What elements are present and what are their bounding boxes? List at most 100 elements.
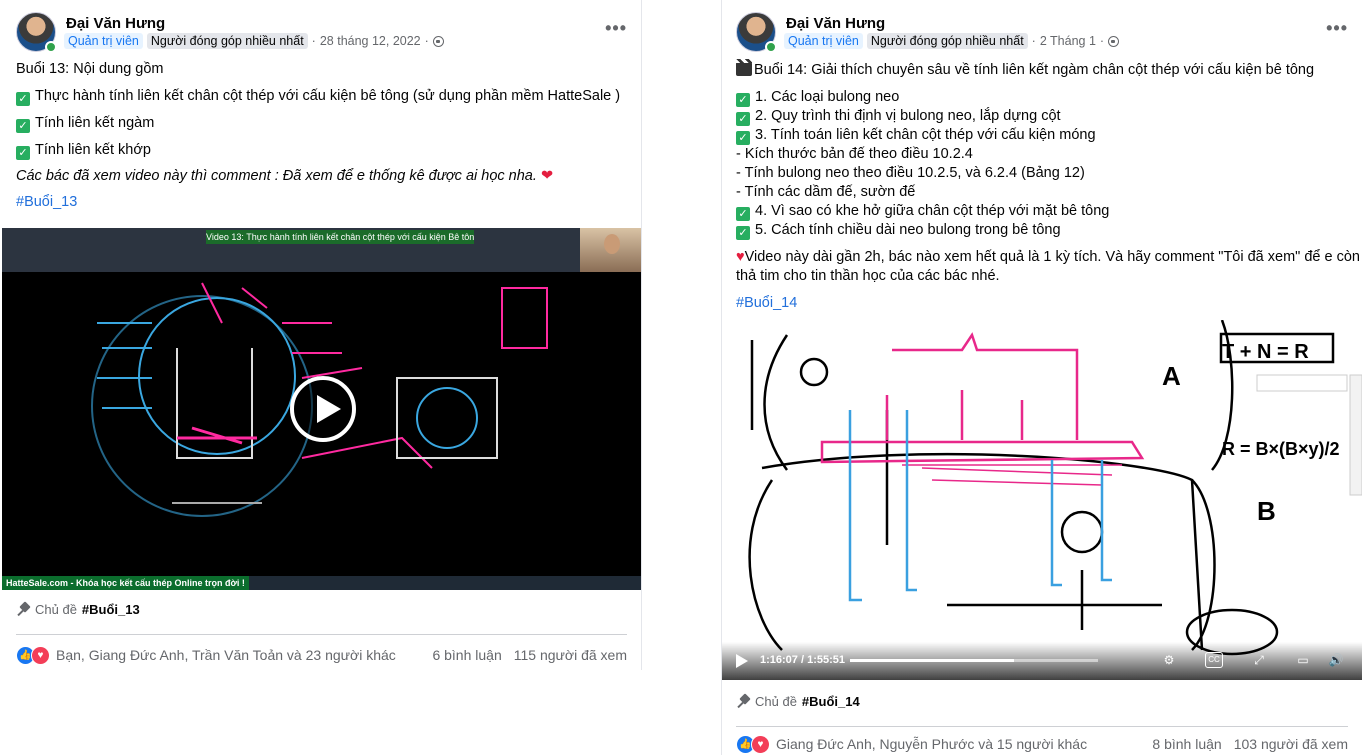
post-line-title: Buổi 13: Nội dung gồm [16, 61, 164, 77]
post-line-item: ✓ 1. Các loại bulong neo [736, 88, 1348, 107]
love-reaction-icon: ♥ [31, 646, 50, 665]
video-play-icon[interactable] [736, 654, 748, 668]
reaction-counts: 8 bình luận 103 người đã xem [1152, 736, 1348, 752]
reaction-names[interactable]: Bạn, Giang Đức Anh, Trần Văn Toản và 23 … [56, 647, 396, 663]
sketch-curve [763, 334, 789, 471]
comment-count[interactable]: 6 bình luận [432, 647, 501, 663]
sketch-arrows [97, 322, 152, 409]
post-line-item: ✓ Thực hành tính liên kết chân cột thép v… [16, 87, 627, 106]
sketch-anchor-bolt [1050, 460, 1062, 587]
hashtag-link[interactable]: #Buổi_13 [16, 193, 627, 212]
sketch-hatching [902, 464, 1122, 486]
post-line-sub: - Kích thước bản đế theo điều 10.2.4 [736, 146, 973, 162]
online-status-icon [765, 41, 777, 53]
reaction-bar: 👍 ♥ Giang Đức Anh, Nguyễn Phước và 15 ng… [736, 734, 1348, 755]
sketch-curve [748, 479, 783, 651]
post-video[interactable]: Video 13: Thực hành tính liên kết chân c… [2, 228, 641, 590]
video-footer-banner: HatteSale.com - Khóa học kết cấu thép On… [2, 576, 249, 590]
check-box-icon: ✓ [736, 93, 750, 107]
settings-icon[interactable]: ⚙ [1160, 652, 1178, 668]
sketch-label-b: B [1257, 496, 1276, 526]
pin-icon [736, 695, 750, 709]
video-play-button[interactable] [290, 376, 356, 442]
view-count[interactable]: 103 người đã xem [1234, 736, 1348, 752]
view-count[interactable]: 115 người đã xem [514, 647, 627, 663]
sketch-anchor-bolt [848, 410, 862, 602]
fullscreen-icon[interactable]: ⤢ [1250, 652, 1268, 668]
check-box-icon: ✓ [736, 112, 750, 126]
captions-icon[interactable]: CC [1205, 652, 1223, 668]
update-popup [1256, 374, 1348, 392]
side-toolbar [1349, 374, 1362, 496]
feed-post-1: Đại Văn Hưng Quản trị viên Người đóng gó… [2, 0, 642, 670]
post-line-item: ✓ 3. Tính toán liên kết chân cột thép với… [736, 126, 1348, 145]
reaction-bar: 👍 ♥ Bạn, Giang Đức Anh, Trần Văn Toản và… [16, 645, 627, 667]
sketch-curve [1191, 479, 1216, 651]
post-line-note: Các bác đã xem video này thì comment : Đ… [16, 168, 554, 184]
post-line-item: ✓ Tính liên kết khớp [16, 141, 627, 160]
hashtag-link[interactable]: #Buổi_14 [736, 294, 1348, 313]
check-box-icon: ✓ [16, 119, 30, 133]
meta-separator: · [424, 34, 429, 48]
sketch-formula-r: R = B×(B×y)/2 [1222, 439, 1340, 459]
reaction-icons[interactable]: 👍 ♥ [16, 646, 52, 666]
sketch-formula: T + N = R [1222, 341, 1309, 363]
reaction-counts: 6 bình luận 115 người đã xem [432, 647, 627, 663]
heart-icon: ❤ [540, 168, 554, 184]
post-date[interactable]: 2 Tháng 1 [1040, 34, 1096, 48]
check-box-icon: ✓ [16, 146, 30, 160]
meta-separator: · [311, 34, 316, 48]
post-line-sub: - Tính bulong neo theo điều 10.2.5, và 6… [736, 165, 1085, 181]
post-body: Buổi 13: Nội dung gồm ✓ Thực hành tính li… [16, 60, 627, 212]
check-box-icon: ✓ [736, 226, 750, 240]
post-meta: Quản trị viên Người đóng góp nhiều nhất … [784, 33, 1120, 49]
whiteboard-sketch: A B T + N = R R = B×(B×y)/2 [748, 320, 1362, 656]
post-line-note: ♥Video này dài gần 2h, bác nào xem hết q… [736, 249, 1360, 265]
admin-badge[interactable]: Quản trị viên [784, 33, 863, 49]
feed-gap [648, 0, 720, 755]
pin-icon [16, 603, 30, 617]
top-contributor-badge[interactable]: Người đóng góp nhiều nhất [146, 33, 308, 49]
video-progress-bar[interactable] [850, 659, 1098, 662]
post-header: Đại Văn Hưng Quản trị viên Người đóng gó… [16, 12, 627, 56]
globe-icon [432, 35, 444, 47]
post-topic[interactable]: Chủ đề #Buổi_13 [16, 602, 140, 617]
reaction-names[interactable]: Giang Đức Anh, Nguyễn Phước và 15 người … [776, 736, 1087, 752]
post-line-item: ✓ 5. Cách tính chiều dài neo bulong trong… [736, 221, 1348, 240]
sketch-base-plate [177, 426, 257, 445]
post-body: Buổi 14: Giải thích chuyên sâu về tính l… [736, 59, 1360, 313]
reaction-icons[interactable]: 👍 ♥ [736, 735, 772, 755]
check-box-icon: ✓ [736, 207, 750, 221]
post-meta: Quản trị viên Người đóng góp nhiều nhất … [64, 33, 444, 49]
divider [16, 634, 627, 635]
sketch-foundation [761, 452, 1204, 651]
comment-count[interactable]: 8 bình luận [1152, 736, 1221, 752]
author-name[interactable]: Đại Văn Hưng [66, 15, 165, 32]
sketch-curve [301, 436, 433, 469]
author-name[interactable]: Đại Văn Hưng [786, 15, 885, 32]
post-video[interactable]: A B T + N = R R = B×(B×y)/2 1:16:07 / 1:… [722, 320, 1362, 680]
video-time: 1:16:07 / 1:55:51 [760, 654, 845, 666]
volume-icon[interactable]: 🔊 [1327, 652, 1345, 668]
video-progress-fill [850, 659, 1014, 662]
top-contributor-badge[interactable]: Người đóng góp nhiều nhất [866, 33, 1028, 49]
online-status-icon [45, 41, 57, 53]
check-box-icon: ✓ [736, 131, 750, 145]
post-topic[interactable]: Chủ đề #Buổi_14 [736, 694, 860, 709]
post-line-item: ✓ Tính liên kết ngàm [16, 114, 627, 133]
sketch-base-plate [820, 440, 1145, 464]
sketch-section [396, 377, 498, 459]
feed-post-2: Đại Văn Hưng Quản trị viên Người đóng gó… [721, 0, 1362, 755]
more-options-button[interactable]: ••• [1326, 18, 1348, 39]
love-reaction-icon: ♥ [751, 735, 770, 754]
sketch-anchor-bolt [1100, 460, 1112, 582]
miniplayer-icon[interactable]: ▭ [1294, 652, 1312, 668]
sketch-circle [799, 357, 829, 387]
post-line-note: thả tim cho tin thần học của các bác nhé… [736, 268, 1000, 284]
post-date[interactable]: 28 tháng 12, 2022 [320, 34, 421, 48]
admin-badge[interactable]: Quản trị viên [64, 33, 143, 49]
sketch-circle-r [1060, 510, 1104, 554]
post-line-item: ✓ 2. Quy trình thi định vị bulong neo, lắ… [736, 107, 1348, 126]
post-header: Đại Văn Hưng Quản trị viên Người đóng gó… [736, 12, 1348, 56]
more-options-button[interactable]: ••• [605, 18, 627, 39]
